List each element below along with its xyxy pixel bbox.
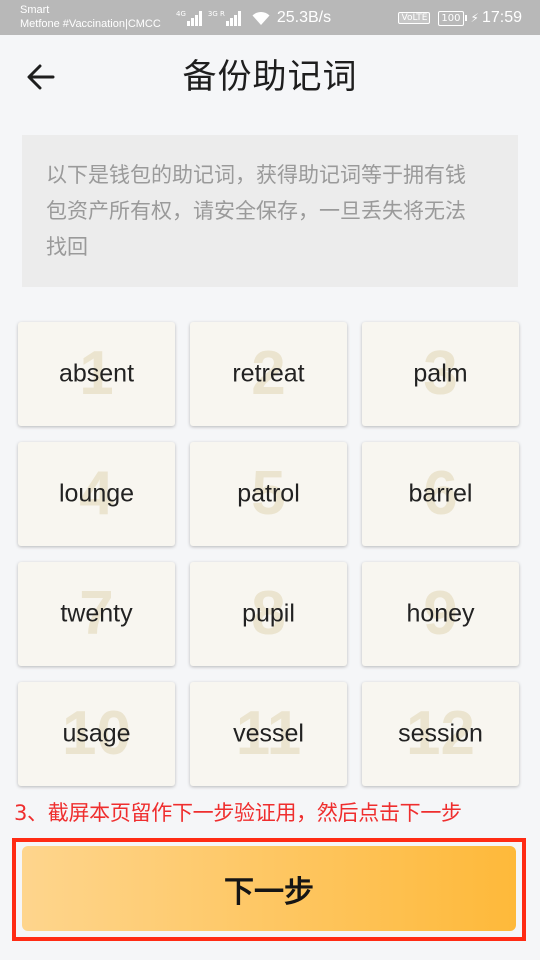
mnemonic-word-cell: 9 honey xyxy=(362,562,519,666)
mnemonic-word: retreat xyxy=(232,359,305,388)
battery-level: 100 xyxy=(438,10,464,26)
mnemonic-word: palm xyxy=(413,359,468,388)
status-icons: 4G 3G R 25.3B/s VoLTE 100 ⚡ 17:59 xyxy=(176,6,522,30)
next-step-button[interactable]: 下一步 xyxy=(22,846,516,931)
carrier-info: Smart Metfone #Vaccination|CMCC xyxy=(20,3,161,31)
page-title: 备份助记词 xyxy=(182,57,358,97)
screenshot-hint: 3、截屏本页留作下一步验证用，然后点击下一步 xyxy=(14,801,462,825)
mnemonic-word-cell: 1 absent xyxy=(18,322,175,426)
mnemonic-word-cell: 12 session xyxy=(362,682,519,786)
mnemonic-word: usage xyxy=(62,719,131,748)
volte-badge: VoLTE xyxy=(398,12,431,24)
mnemonic-word-cell: 10 usage xyxy=(18,682,175,786)
mnemonic-word: vessel xyxy=(233,719,304,748)
mnemonic-word: barrel xyxy=(408,479,473,508)
mnemonic-word: patrol xyxy=(237,479,300,508)
mnemonic-word-cell: 6 barrel xyxy=(362,442,519,546)
mnemonic-word: honey xyxy=(406,599,475,628)
mnemonic-word-cell: 2 retreat xyxy=(190,322,347,426)
wifi-icon xyxy=(252,11,270,25)
mnemonic-word: absent xyxy=(58,359,135,388)
app-header: 备份助记词 xyxy=(0,35,540,119)
status-bar: Smart Metfone #Vaccination|CMCC 4G 3G R … xyxy=(0,0,540,35)
carrier-network: Metfone #Vaccination|CMCC xyxy=(20,18,161,30)
mnemonic-word-cell: 11 vessel xyxy=(190,682,347,786)
backup-notice: 以下是钱包的助记词，获得助记词等于拥有钱包资产所有权，请安全保存，一旦丢失将无法… xyxy=(22,135,518,287)
mnemonic-word: session xyxy=(398,719,483,748)
mnemonic-word: pupil xyxy=(242,599,295,628)
battery-icon: 100 xyxy=(438,10,467,26)
mnemonic-word-cell: 8 pupil xyxy=(190,562,347,666)
mnemonic-word: lounge xyxy=(58,479,135,508)
mnemonic-word-cell: 4 lounge xyxy=(18,442,175,546)
sim1-network-tag: 4G xyxy=(176,10,186,18)
signal-icon: 3G R xyxy=(208,10,241,26)
mnemonic-word: twenty xyxy=(60,599,133,628)
carrier-name: Smart xyxy=(20,4,50,16)
clock: 17:59 xyxy=(481,9,522,26)
mnemonic-word-cell: 5 patrol xyxy=(190,442,347,546)
mnemonic-word-cell: 7 twenty xyxy=(18,562,175,666)
signal-icon: 4G xyxy=(176,10,202,26)
sim2-network-tag: 3G R xyxy=(207,10,225,18)
mnemonic-word-cell: 3 palm xyxy=(362,322,519,426)
charging-icon: ⚡ xyxy=(470,11,479,25)
network-speed: 25.3B/s xyxy=(276,9,332,26)
